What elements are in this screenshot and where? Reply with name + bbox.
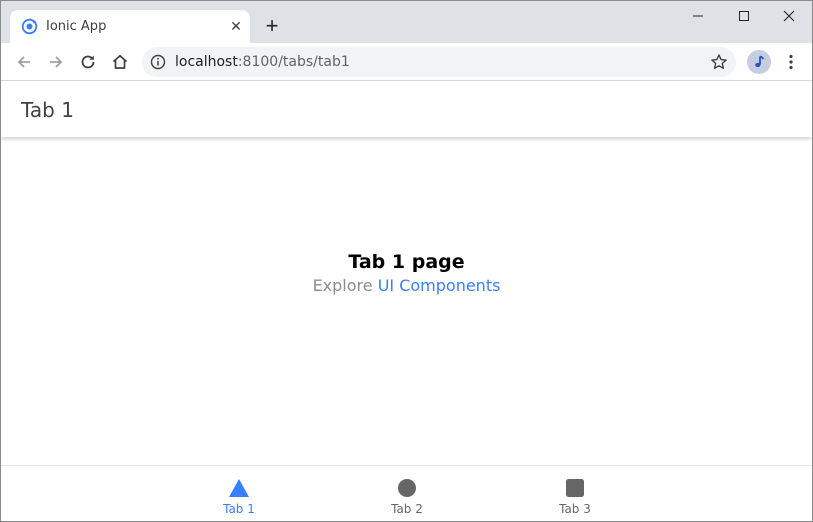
app-header: Tab 1	[1, 81, 812, 137]
address-bar[interactable]: localhost:8100/tabs/tab1	[142, 47, 736, 77]
ellipse-icon	[398, 479, 416, 497]
minimize-icon	[693, 15, 703, 17]
url-host: localhost	[175, 54, 238, 70]
browser-toolbar: localhost:8100/tabs/tab1	[1, 43, 812, 81]
explore-text: Explore UI Components	[1, 275, 812, 297]
page-heading: Tab 1 page	[348, 251, 465, 273]
tab-title: Ionic App	[46, 19, 107, 34]
explore-prefix: Explore	[312, 276, 378, 295]
url-text[interactable]: localhost:8100/tabs/tab1	[175, 54, 350, 70]
tab-strip: Ionic App ✕ +	[1, 1, 812, 43]
more-vertical-icon	[789, 54, 793, 70]
main-content: Tab 1 page Explore UI Components	[1, 137, 812, 465]
tab-button-tab3[interactable]: Tab 3	[515, 466, 635, 521]
forward-button[interactable]	[43, 49, 69, 75]
explore-container: Tab 1 page Explore UI Components	[1, 249, 812, 297]
music-note-icon	[755, 55, 765, 68]
profile-avatar[interactable]	[747, 50, 771, 74]
close-icon	[783, 10, 795, 22]
url-path: :8100/tabs/tab1	[237, 54, 350, 70]
tab-label: Tab 3	[559, 502, 591, 516]
tab-label: Tab 2	[391, 502, 423, 516]
reload-button[interactable]	[75, 49, 101, 75]
tab-label: Tab 1	[223, 502, 255, 516]
tab-button-tab2[interactable]: Tab 2	[347, 466, 467, 521]
arrow-right-icon	[50, 56, 63, 68]
arrow-left-icon	[17, 56, 30, 68]
window-close-button[interactable]	[766, 1, 812, 31]
browser-tab[interactable]: Ionic App ✕	[10, 10, 250, 43]
maximize-button[interactable]	[721, 1, 767, 31]
minimize-button[interactable]	[675, 1, 721, 31]
maximize-icon	[739, 11, 749, 21]
close-tab-icon[interactable]: ✕	[227, 17, 245, 35]
tab-bar: Tab 1 Tab 2 Tab 3	[1, 465, 812, 521]
bookmark-star-icon[interactable]	[710, 53, 728, 71]
ionic-favicon-icon	[21, 18, 38, 35]
info-icon[interactable]	[150, 54, 166, 70]
triangle-icon	[229, 479, 249, 497]
tab-button-tab1[interactable]: Tab 1	[179, 466, 299, 521]
reload-icon	[81, 55, 95, 69]
home-button[interactable]	[107, 49, 133, 75]
back-button[interactable]	[11, 49, 37, 75]
home-icon	[112, 54, 128, 69]
browser-menu-button[interactable]	[781, 50, 801, 74]
square-icon	[566, 479, 584, 497]
browser-window: Ionic App ✕ + localhost:8100/tabs/tab1 T…	[0, 0, 813, 522]
page-title: Tab 1	[21, 98, 74, 122]
ui-components-link[interactable]: UI Components	[378, 276, 501, 295]
new-tab-button[interactable]: +	[260, 14, 284, 38]
